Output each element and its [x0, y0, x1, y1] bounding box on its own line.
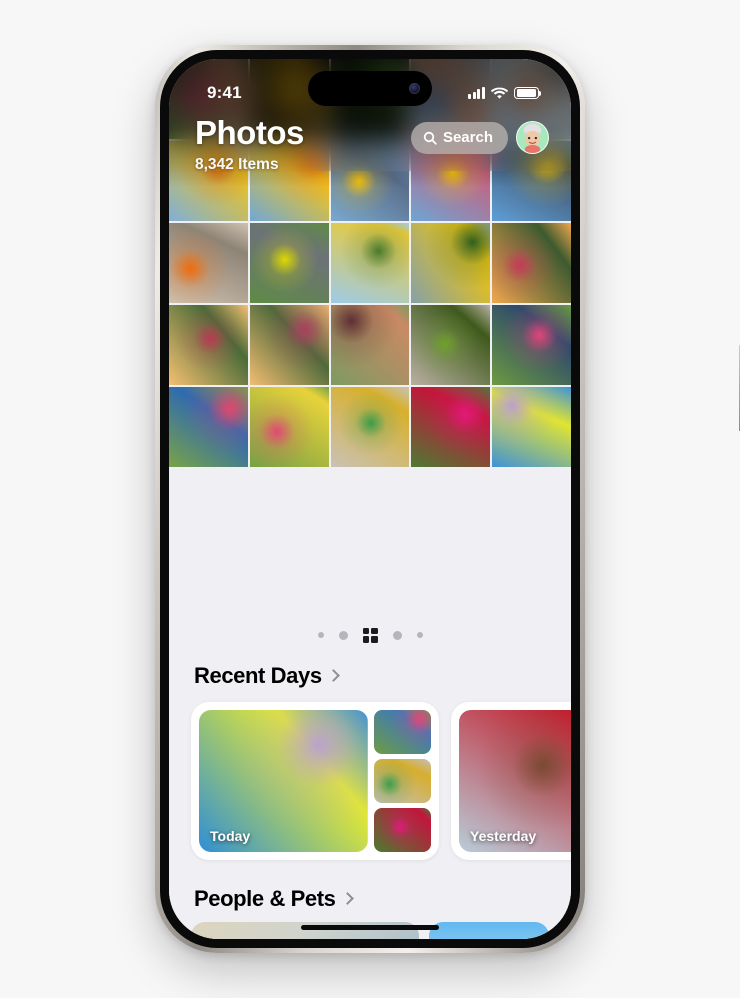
photo-tile[interactable] [169, 387, 248, 467]
front-camera-icon [409, 83, 420, 94]
section-header-recent-days[interactable]: Recent Days [169, 663, 571, 689]
photo-tile[interactable] [330, 305, 410, 385]
photo-tile[interactable] [169, 223, 248, 303]
search-button[interactable]: Search [410, 121, 508, 154]
people-pets-item[interactable] [429, 922, 549, 939]
card-thumbnail[interactable] [373, 710, 431, 754]
status-icons [467, 86, 542, 100]
recent-day-card-today[interactable]: Today [191, 702, 439, 860]
card-label-today: Today [210, 828, 251, 844]
dynamic-island[interactable] [308, 71, 432, 106]
photo-tile[interactable] [411, 387, 491, 467]
pagination-dot-1[interactable] [317, 632, 324, 638]
photo-tile[interactable] [330, 223, 410, 303]
phone-bezel: 9:41 Photos 8,342 Items Search Recent Da… [160, 50, 580, 948]
app-header: Photos 8,342 Items Search [169, 115, 571, 174]
card-label-yesterday: Yesterday [470, 828, 537, 844]
section-header-people-pets[interactable]: People & Pets [169, 886, 571, 912]
recent-days-row[interactable]: Today Yesterday [169, 702, 571, 860]
card-thumbnail[interactable] [373, 759, 431, 803]
search-label: Search [442, 129, 493, 146]
card-hero-image[interactable]: Today [199, 710, 368, 852]
section-title-recent-days: Recent Days [194, 663, 322, 688]
home-indicator[interactable] [301, 925, 439, 930]
pagination-indicator[interactable] [169, 613, 571, 657]
chevron-right-icon [326, 669, 340, 682]
profile-avatar[interactable] [516, 121, 549, 154]
photo-tile[interactable] [169, 305, 248, 385]
photo-tile[interactable] [249, 223, 329, 303]
memoji-icon [523, 123, 542, 153]
photo-tile[interactable] [249, 387, 329, 467]
photo-tile[interactable] [411, 305, 491, 385]
photo-tile[interactable] [411, 223, 491, 303]
pagination-dot-4[interactable] [392, 630, 402, 640]
phone-screen: 9:41 Photos 8,342 Items Search Recent Da… [169, 59, 571, 939]
page-title: Photos [195, 114, 304, 151]
chevron-right-icon [340, 892, 354, 905]
card-thumbnail[interactable] [373, 808, 431, 852]
card-hero-image[interactable]: Yesterday [459, 710, 571, 852]
photo-tile[interactable] [492, 305, 571, 385]
card-thumbnails[interactable] [373, 710, 431, 852]
pagination-dot-2[interactable] [338, 630, 348, 640]
battery-full-icon [514, 86, 542, 100]
photo-tile[interactable] [492, 387, 571, 467]
section-title-people-pets: People & Pets [194, 886, 336, 911]
pagination-grid-active-icon[interactable] [362, 627, 378, 643]
title-block: Photos 8,342 Items [191, 115, 304, 174]
pagination-dot-5[interactable] [416, 632, 423, 638]
photo-tile[interactable] [492, 223, 571, 303]
photo-tile[interactable] [330, 387, 410, 467]
header-actions: Search [410, 121, 549, 154]
recent-day-card-yesterday[interactable]: Yesterday [451, 702, 571, 860]
search-icon [423, 131, 437, 145]
content-sheet: Recent Days Today Yesterday People & Pet… [169, 613, 571, 939]
phone-frame: 9:41 Photos 8,342 Items Search Recent Da… [155, 45, 740, 953]
cellular-bars-icon [467, 87, 485, 99]
photo-tile[interactable] [249, 305, 329, 385]
item-count: 8,342 Items [195, 155, 279, 173]
status-time: 9:41 [207, 83, 242, 102]
wifi-icon [491, 87, 508, 99]
